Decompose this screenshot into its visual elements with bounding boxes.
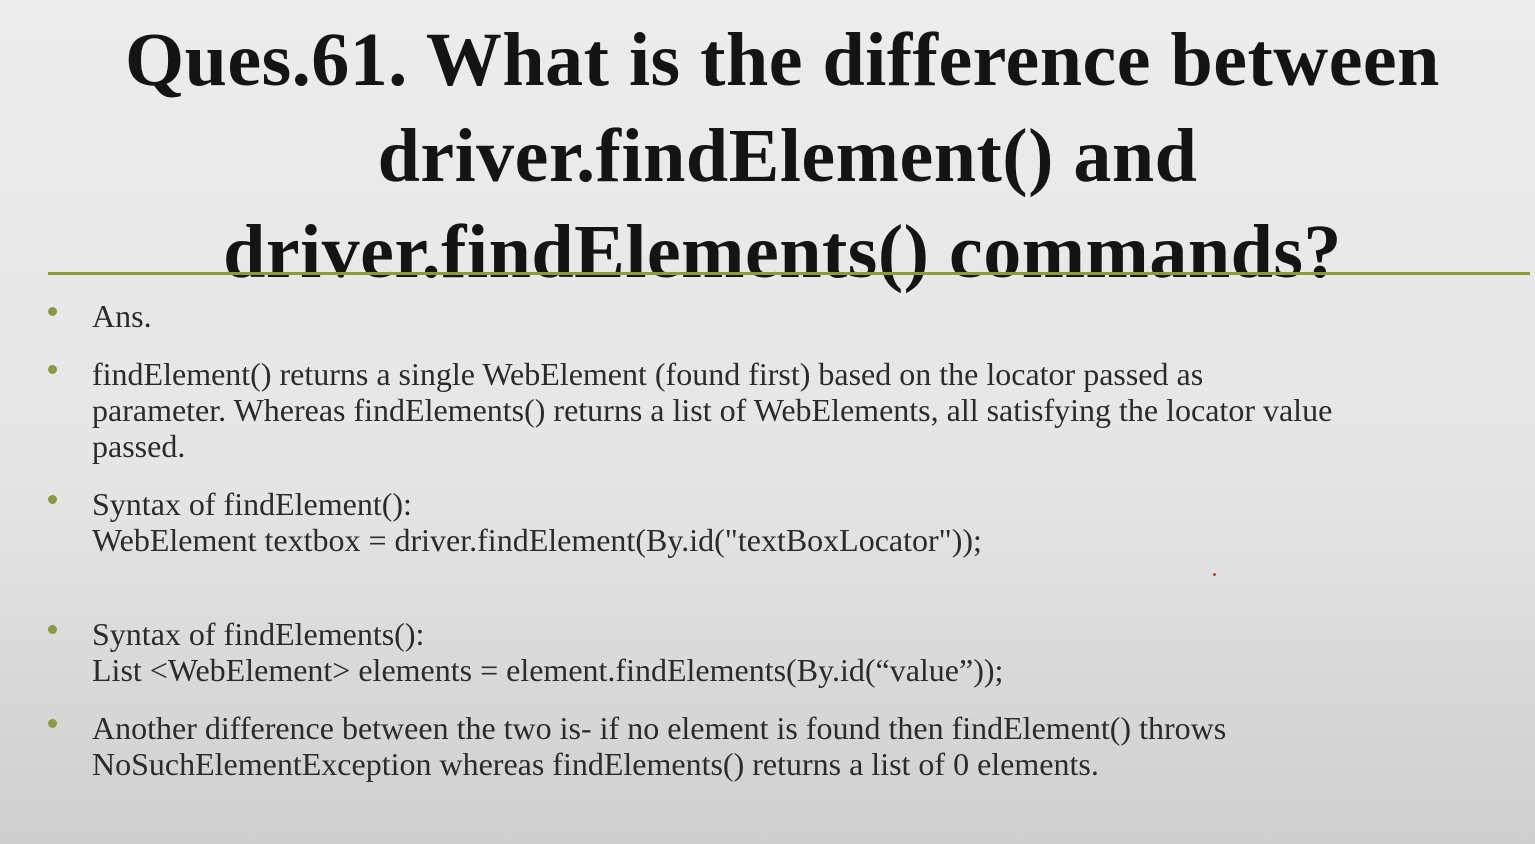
title-line-2: driver.findElement() and (377, 114, 1198, 198)
bullet-dot-icon (48, 719, 57, 728)
slide-title: Ques.61. What is the difference between … (0, 12, 1535, 300)
bullet-list: Ans. findElement() returns a single WebE… (44, 298, 1519, 782)
bullet-text: Syntax of findElements(): (92, 616, 425, 652)
bullet-text: findElement() returns a single WebElemen… (92, 356, 1204, 392)
bullet-text: Syntax of findElement(): (92, 486, 412, 522)
code-line: WebElement textbox = driver.findElement(… (92, 522, 982, 558)
bullet-syntax-findelements: Syntax of findElements(): List <WebEleme… (44, 616, 1519, 688)
bullet-text: Another difference between the two is- i… (92, 710, 1227, 746)
code-line: List <WebElement> elements = element.fin… (92, 652, 1004, 688)
title-line-3: driver.findElements() commands? (223, 210, 1342, 294)
slide: Ques.61. What is the difference between … (0, 0, 1535, 844)
bullet-answer: Ans. (44, 298, 1519, 334)
title-line-1: Ques.61. What is the difference between (125, 18, 1440, 102)
bullet-dot-icon (48, 495, 57, 504)
bullet-text: NoSuchElementException whereas findEleme… (92, 746, 1099, 782)
bullet-text: parameter. Whereas findElements() return… (92, 392, 1333, 428)
bullet-syntax-findelement: Syntax of findElement(): WebElement text… (44, 486, 1519, 558)
bullet-dot-icon (48, 625, 57, 634)
bullet-explanation: findElement() returns a single WebElemen… (44, 356, 1519, 464)
bullet-dot-icon (48, 365, 57, 374)
bullet-another-difference: Another difference between the two is- i… (44, 710, 1519, 782)
bullet-text: passed. (92, 428, 186, 464)
bullet-text: Ans. (92, 298, 152, 334)
title-divider (48, 272, 1530, 275)
pointer-dot (1213, 573, 1216, 576)
bullet-dot-icon (48, 307, 57, 316)
